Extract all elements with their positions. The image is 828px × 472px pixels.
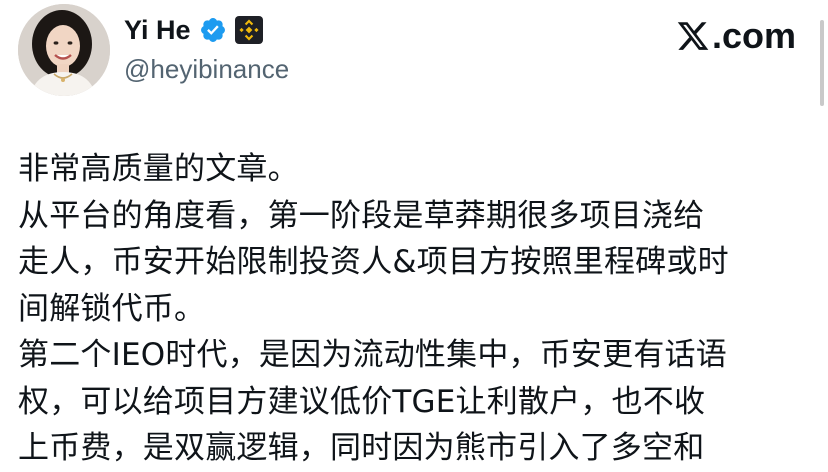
user-handle[interactable]: @heyibinance [124,52,289,86]
tweet-line: 权，可以给项目方建议低价TGE让利散户，也不收 [18,383,706,420]
name-row: Yi He [124,12,263,48]
tweet-text: 非常高质量的文章。 从平台的角度看，第一阶段是草莽期很多项目浇给 走人，币安开始… [18,146,818,472]
tweet-line: 间解锁代币。 [18,290,206,327]
tweet-header: Yi He @heyibinance .com [0,0,828,110]
avatar[interactable] [18,4,110,96]
profile-photo-icon [18,4,110,96]
brand-domain-label: .com [711,15,796,56]
verified-badge-icon[interactable] [199,16,227,44]
scrollbar[interactable] [820,20,824,106]
x-com-brand: .com [676,16,796,56]
tweet-line: 从平台的角度看，第一阶段是草莽期很多项目浇给 [18,197,705,234]
x-logo-icon [676,19,710,53]
tweet-line: 非常高质量的文章。 [18,151,299,187]
binance-logo-icon[interactable] [234,16,263,44]
tweet-line: 走人，币安开始限制投资人&项目方按照里程碑或时 [18,244,729,280]
tweet-line: 第二个IEO时代，是因为流动性集中，币安更有话语 [18,337,727,373]
display-name[interactable]: Yi He [124,12,191,48]
